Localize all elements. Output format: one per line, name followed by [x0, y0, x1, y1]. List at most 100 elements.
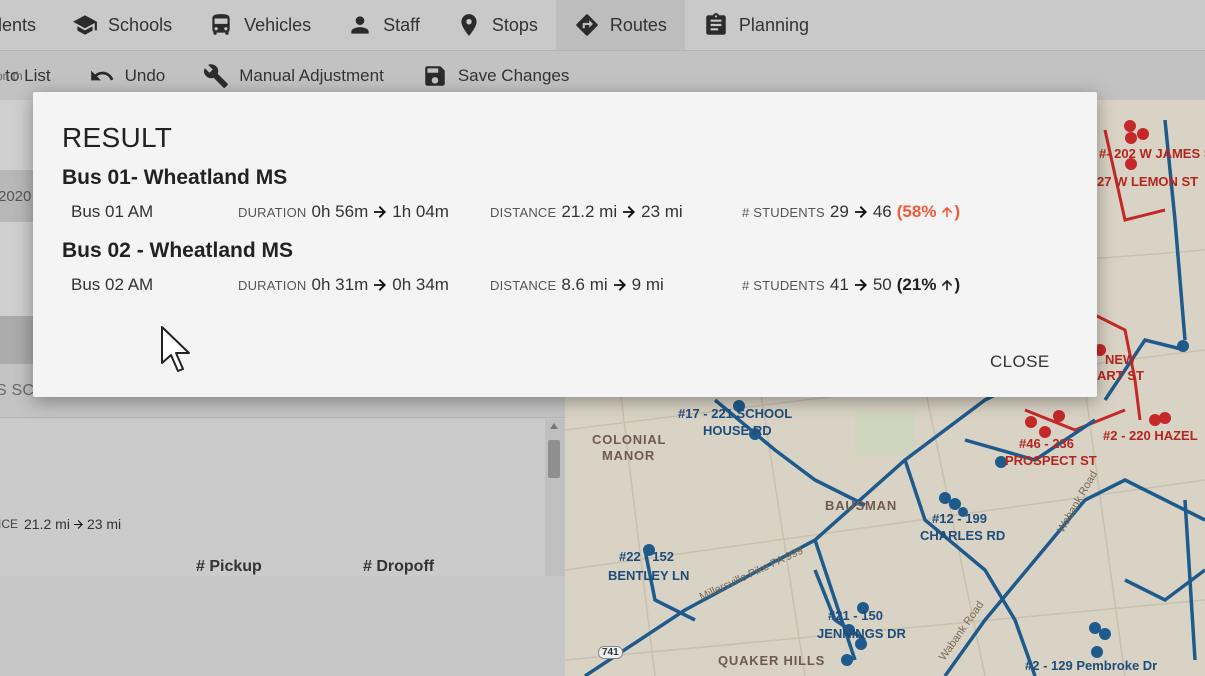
- percentage-value: (58%: [896, 202, 937, 221]
- duration-from: 0h 56m: [311, 202, 369, 221]
- duration-to: 0h 34m: [392, 275, 449, 294]
- map-area-label: BAUSMAN: [825, 498, 898, 513]
- undo-icon: [90, 70, 113, 80]
- students-label: # STUDENTS: [742, 204, 825, 220]
- map-pin-icon: [461, 14, 477, 36]
- arrow-right-icon: [374, 279, 387, 291]
- nav-item-label: Staff: [383, 14, 420, 35]
- graduation-cap-icon: [73, 15, 97, 35]
- map-stop-label: #21 - 150: [828, 608, 883, 623]
- students-from: 41: [829, 275, 849, 294]
- arrow-right-icon: [374, 206, 387, 218]
- map-stop-label: CHARLES RD: [920, 528, 1006, 543]
- duration-to: 1h 04m: [392, 202, 449, 221]
- arrow-right-icon: [74, 519, 83, 529]
- arrow-right-icon: [623, 206, 636, 218]
- percentage-close: ): [954, 202, 961, 221]
- save-changes-button[interactable]: Save Changes: [422, 63, 570, 89]
- manual-adjustment-label: Manual Adjustment: [239, 65, 384, 85]
- dialog-title: RESULT: [62, 122, 173, 153]
- arrow-up-icon: [942, 206, 953, 218]
- duration-from: 0h 31m: [311, 275, 369, 294]
- schedule-changes-list: [0, 419, 545, 576]
- duration-label: DURATION: [238, 277, 307, 293]
- undo-button[interactable]: Undo: [89, 63, 166, 89]
- students-to: 50: [872, 275, 892, 294]
- staff-icon: [351, 16, 369, 34]
- selected-row-text: 2020: [0, 188, 32, 205]
- run-name: Bus 02 AM: [71, 275, 154, 294]
- distance-to: 23 mi: [86, 516, 122, 532]
- scroll-up-icon[interactable]: [550, 423, 558, 429]
- distance-change: DISTANCE 21.2 mi 23 mi: [490, 200, 683, 224]
- route-name: Bus 02 - Wheatland MS: [62, 239, 294, 262]
- nav-item-label: Schools: [108, 14, 173, 35]
- save-changes-label: Save Changes: [457, 65, 570, 85]
- distance-from: 21.2 mi: [561, 202, 618, 221]
- run-name: Bus 01 AM: [71, 202, 154, 221]
- students-change: # STUDENTS 29 46 (58% ): [742, 200, 960, 224]
- pickup-column-header[interactable]: # Pickup: [196, 558, 262, 576]
- distance-from: 21.2 mi: [24, 516, 70, 532]
- nav-item-planning[interactable]: Planning: [685, 0, 827, 50]
- panel-helper-text: on th: [0, 69, 23, 83]
- map-area-label: QUAKER HILLS: [718, 653, 826, 668]
- distance-from: 8.6 mi: [561, 275, 608, 294]
- manual-adjustment-button[interactable]: Manual Adjustment: [203, 63, 384, 89]
- map-stop-label: #- 202 W JAMES ST: [1099, 146, 1205, 161]
- map-stop-label: #2 - 220 HAZEL: [1103, 428, 1198, 443]
- nav-item-label: Stops: [491, 14, 538, 35]
- distance-prefix: ICE: [0, 517, 19, 531]
- undo-label: Undo: [124, 65, 166, 85]
- nav-item-label: Planning: [738, 14, 809, 35]
- floppy-disk-icon: [425, 65, 445, 86]
- distance-label: DISTANCE: [490, 277, 557, 293]
- bus-icon: [212, 14, 230, 35]
- map-stop-label: BENTLEY LN: [608, 568, 690, 583]
- panel-distance-summary: ICE 21.2 mi 23 mi: [0, 516, 121, 532]
- students-to: 46: [872, 202, 892, 221]
- students-change: # STUDENTS 41 50 (21% ): [742, 273, 960, 297]
- clipboard-icon: [706, 13, 726, 35]
- arrow-right-icon: [854, 279, 867, 291]
- nav-item-stops[interactable]: Stops: [438, 0, 556, 50]
- map-area-label: COLONIAL: [592, 432, 667, 447]
- arrow-right-icon: [854, 206, 867, 218]
- nav-item-students[interactable]: dents: [0, 0, 54, 50]
- nav-item-label: Routes: [609, 14, 667, 35]
- mouse-cursor-icon: [161, 326, 190, 372]
- duration-change: DURATION 0h 56m 1h 04m: [238, 200, 449, 224]
- students-label: # STUDENTS: [742, 277, 825, 293]
- wrench-icon: [204, 63, 229, 88]
- distance-change: DISTANCE 8.6 mi 9 mi: [490, 273, 664, 297]
- nav-item-staff[interactable]: Staff: [329, 0, 438, 50]
- percentage-close: ): [954, 275, 961, 294]
- arrow-up-icon: [942, 279, 953, 291]
- nav-item-vehicles[interactable]: Vehicles: [190, 0, 329, 50]
- increase-percentage: (21% ): [897, 275, 960, 295]
- directions-icon: [576, 14, 598, 36]
- percentage-value: (21%: [896, 275, 937, 294]
- close-button[interactable]: CLOSE: [990, 352, 1050, 372]
- park-area: [855, 410, 915, 455]
- dropoff-column-header[interactable]: # Dropoff: [363, 558, 434, 576]
- scrollbar-thumb[interactable]: [548, 440, 560, 478]
- map-stop-label: #2 - 129 Pembroke Dr: [1025, 658, 1158, 673]
- students-from: 29: [829, 202, 849, 221]
- distance-to: 9 mi: [631, 275, 664, 294]
- nav-item-label: dents: [0, 14, 37, 35]
- map-stop-label: NEW: [1105, 352, 1136, 367]
- nav-item-routes[interactable]: Routes: [555, 0, 685, 50]
- route-name: Bus 01- Wheatland MS: [62, 166, 288, 189]
- map-stop-label: ART ST: [1097, 368, 1144, 383]
- map-stop-label: #12 - 199: [932, 511, 987, 526]
- top-navigation: dents Schools Vehicles Staff Stops Route…: [0, 0, 1205, 50]
- nav-item-label: Vehicles: [244, 14, 312, 35]
- distance-to: 23 mi: [641, 202, 683, 221]
- map-stop-label: 27 W LEMON ST: [1097, 174, 1199, 189]
- nav-item-schools[interactable]: Schools: [54, 0, 190, 50]
- duration-label: DURATION: [238, 204, 307, 220]
- duration-change: DURATION 0h 31m 0h 34m: [238, 273, 449, 297]
- map-stop-label: JENNINGS DR: [817, 626, 906, 641]
- map-stop-label: #17 - 221 SCHOOL: [678, 406, 793, 421]
